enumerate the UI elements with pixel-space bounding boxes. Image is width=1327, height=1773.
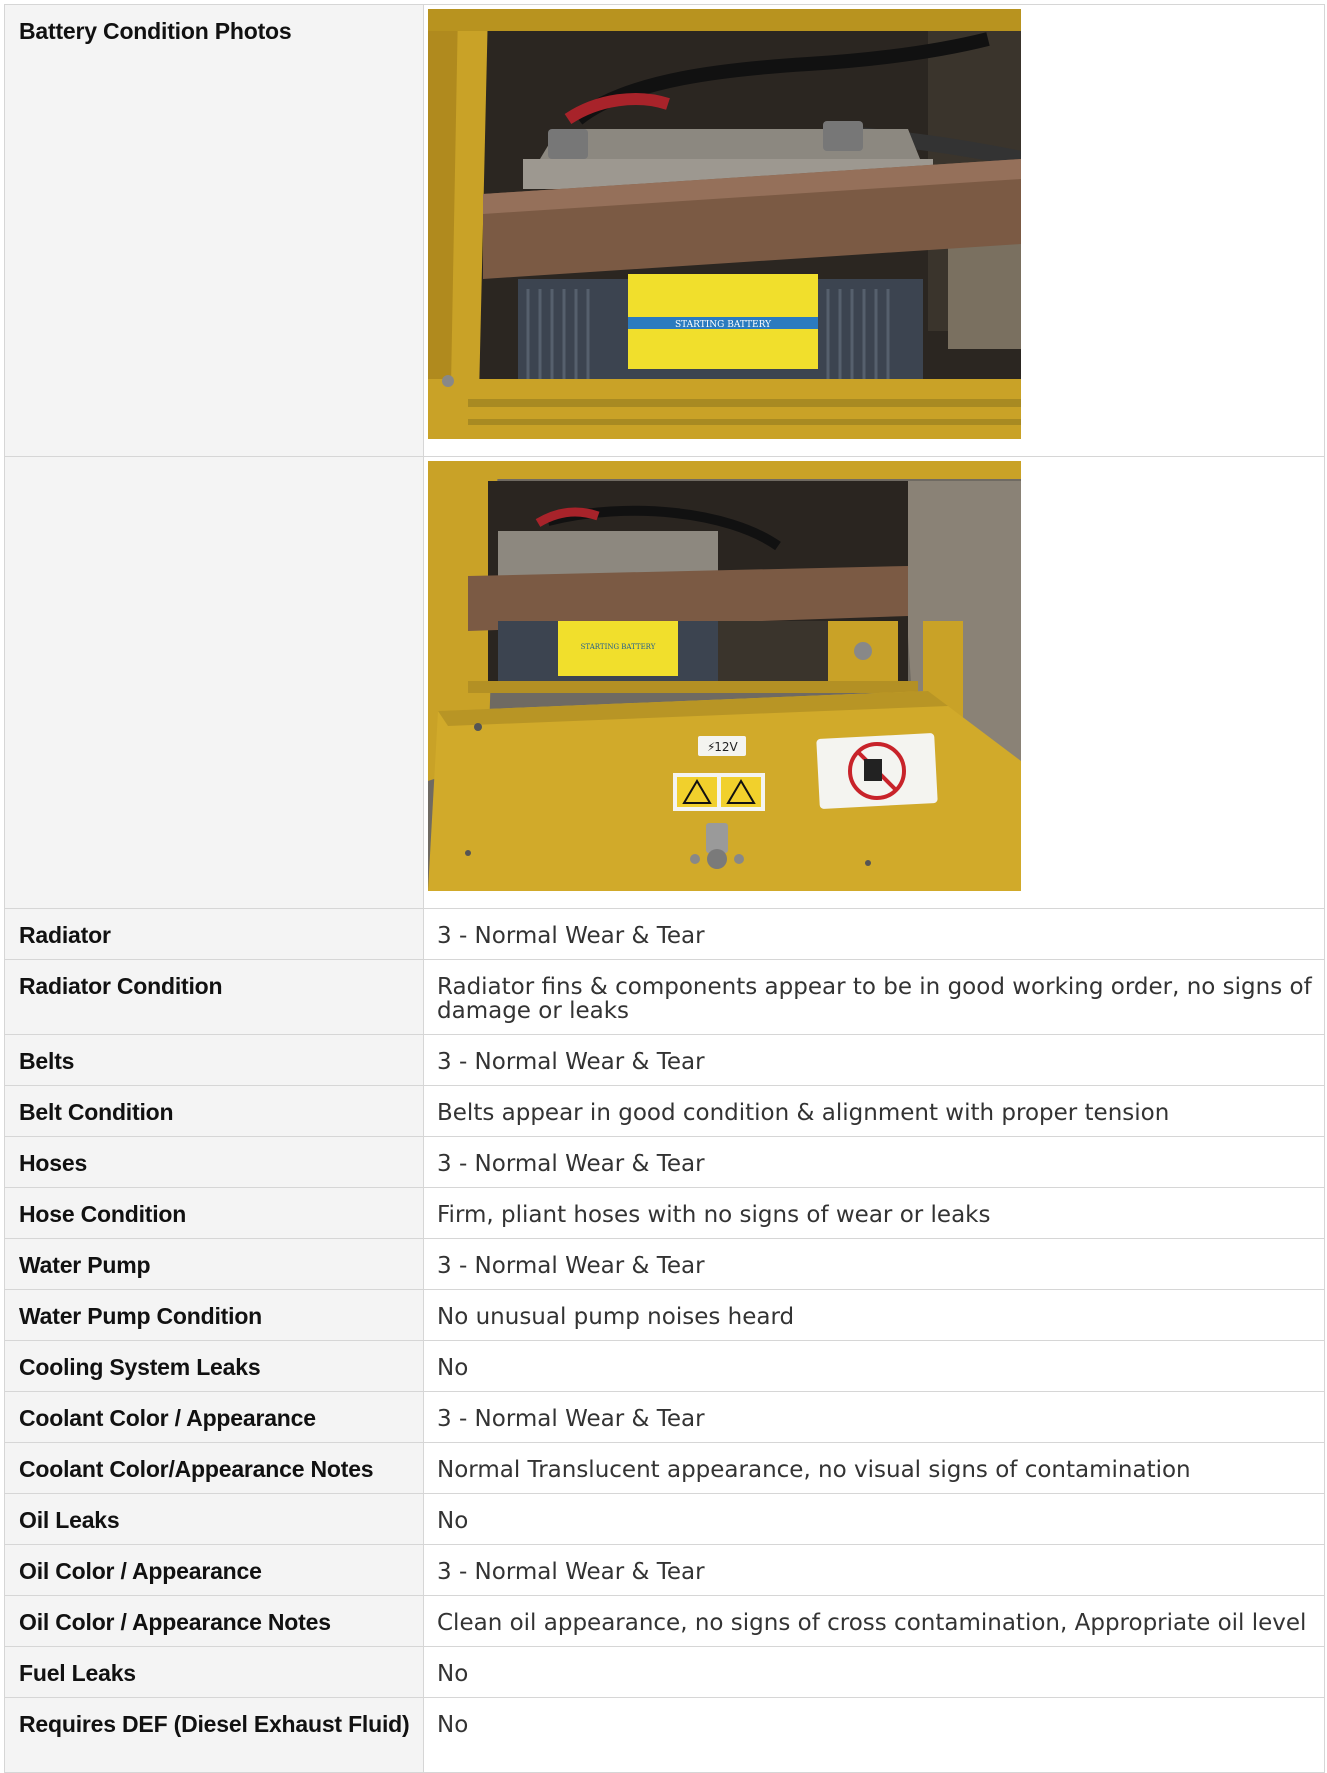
table-row: Requires DEF (Diesel Exhaust Fluid) No <box>4 1697 1325 1773</box>
table-row: Coolant Color / Appearance 3 - Normal We… <box>4 1391 1325 1443</box>
row-label: Hose Condition <box>4 1187 424 1239</box>
row-label: Hoses <box>4 1136 424 1188</box>
row-value: Radiator fins & components appear to be … <box>423 959 1325 1035</box>
table-row: Radiator Condition Radiator fins & compo… <box>4 959 1325 1035</box>
row-value: 3 - Normal Wear & Tear <box>423 1136 1325 1188</box>
row-value: Belts appear in good condition & alignme… <box>423 1085 1325 1137</box>
row-value: No <box>423 1697 1325 1773</box>
table-row: Cooling System Leaks No <box>4 1340 1325 1392</box>
table-row: Hoses 3 - Normal Wear & Tear <box>4 1136 1325 1188</box>
table-row: Hose Condition Firm, pliant hoses with n… <box>4 1187 1325 1239</box>
battery-photo-1[interactable]: STARTING BATTERY <box>428 9 1021 439</box>
row-label: Radiator Condition <box>4 959 424 1035</box>
table-row: Belts 3 - Normal Wear & Tear <box>4 1034 1325 1086</box>
row-label <box>4 456 424 909</box>
inspection-table: Battery Condition Photos STARTING BATTER… <box>4 4 1325 1773</box>
row-value: 3 - Normal Wear & Tear <box>423 1544 1325 1596</box>
row-label: Oil Color / Appearance <box>4 1544 424 1596</box>
voltage-label-text: 12V <box>714 740 738 754</box>
table-row: STARTING BATTERY 12V ⚡ <box>4 456 1325 909</box>
svg-text:⚡: ⚡ <box>707 740 715 754</box>
table-row: Water Pump 3 - Normal Wear & Tear <box>4 1238 1325 1290</box>
row-label: Oil Color / Appearance Notes <box>4 1595 424 1647</box>
battery-label-text: STARTING BATTERY <box>581 643 656 651</box>
row-value: No <box>423 1340 1325 1392</box>
table-row: Oil Color / Appearance Notes Clean oil a… <box>4 1595 1325 1647</box>
table-row: Oil Leaks No <box>4 1493 1325 1545</box>
photo-cell: STARTING BATTERY 12V ⚡ <box>423 456 1325 909</box>
battery-photo-2[interactable]: STARTING BATTERY 12V ⚡ <box>428 461 1021 891</box>
row-value: No <box>423 1493 1325 1545</box>
row-value: 3 - Normal Wear & Tear <box>423 1391 1325 1443</box>
table-row: Oil Color / Appearance 3 - Normal Wear &… <box>4 1544 1325 1596</box>
row-value: Normal Translucent appearance, no visual… <box>423 1442 1325 1494</box>
row-value: 3 - Normal Wear & Tear <box>423 908 1325 960</box>
table-row: Water Pump Condition No unusual pump noi… <box>4 1289 1325 1341</box>
table-row: Belt Condition Belts appear in good cond… <box>4 1085 1325 1137</box>
row-label: Water Pump Condition <box>4 1289 424 1341</box>
row-label: Radiator <box>4 908 424 960</box>
row-label: Battery Condition Photos <box>4 4 424 457</box>
row-label: Coolant Color/Appearance Notes <box>4 1442 424 1494</box>
row-label: Oil Leaks <box>4 1493 424 1545</box>
row-label: Fuel Leaks <box>4 1646 424 1698</box>
row-value: No unusual pump noises heard <box>423 1289 1325 1341</box>
row-value: Clean oil appearance, no signs of cross … <box>423 1595 1325 1647</box>
row-value: 3 - Normal Wear & Tear <box>423 1238 1325 1290</box>
table-row: Battery Condition Photos STARTING BATTER… <box>4 4 1325 457</box>
table-row: Coolant Color/Appearance Notes Normal Tr… <box>4 1442 1325 1494</box>
table-row: Radiator 3 - Normal Wear & Tear <box>4 908 1325 960</box>
row-label: Coolant Color / Appearance <box>4 1391 424 1443</box>
row-value: 3 - Normal Wear & Tear <box>423 1034 1325 1086</box>
row-label: Cooling System Leaks <box>4 1340 424 1392</box>
row-label: Requires DEF (Diesel Exhaust Fluid) <box>4 1697 424 1773</box>
row-value: No <box>423 1646 1325 1698</box>
row-label: Belts <box>4 1034 424 1086</box>
battery-label-text: STARTING BATTERY <box>675 320 772 330</box>
row-label: Water Pump <box>4 1238 424 1290</box>
row-label: Belt Condition <box>4 1085 424 1137</box>
table-row: Fuel Leaks No <box>4 1646 1325 1698</box>
photo-cell: STARTING BATTERY <box>423 4 1325 457</box>
row-value: Firm, pliant hoses with no signs of wear… <box>423 1187 1325 1239</box>
